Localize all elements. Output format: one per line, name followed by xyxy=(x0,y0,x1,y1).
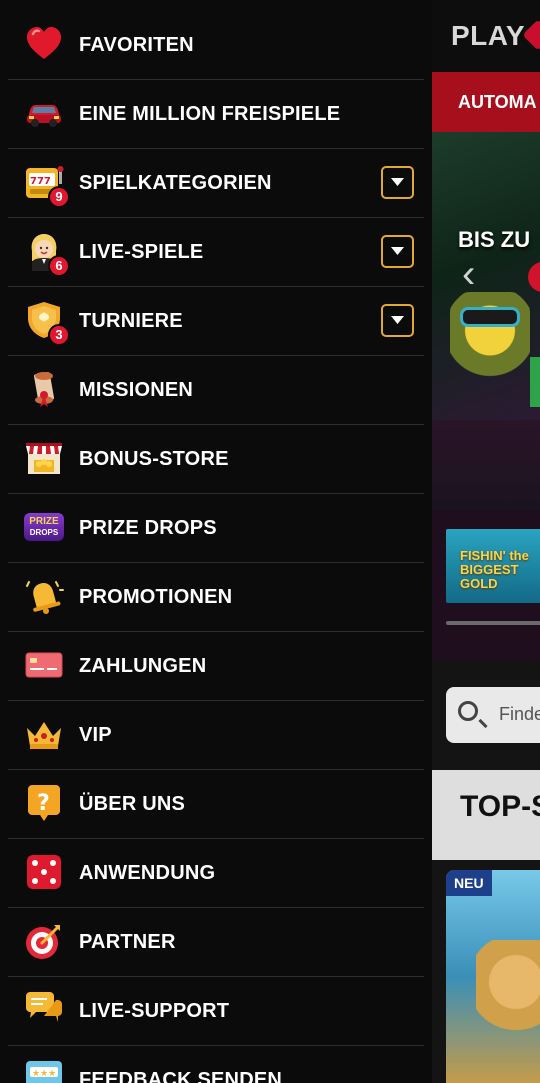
menu-item-live-support[interactable]: LIVE-SUPPORT xyxy=(8,978,424,1046)
menu-item-spielkategorien[interactable]: 777 9 SPIELKATEGORIEN xyxy=(8,150,424,218)
chevron-down-icon xyxy=(391,247,404,255)
menu-item-prize-drops[interactable]: PRIZE DROPS PRIZE DROPS xyxy=(8,495,424,563)
game-card-artwork xyxy=(476,940,540,1080)
menu-item-live-spiele[interactable]: 6 LIVE-SPIELE xyxy=(8,219,424,287)
target-icon xyxy=(24,921,64,961)
menu-item-promotionen[interactable]: PROMOTIONEN xyxy=(8,564,424,632)
menu-item-anwendung[interactable]: ANWENDUNG xyxy=(8,840,424,908)
menu-item-label: EINE MILLION FREISPIELE xyxy=(79,103,341,125)
game-thumbnail[interactable]: FISHIN' the BIGGEST GOLD xyxy=(446,529,540,603)
section-title: TOP-S xyxy=(460,790,540,823)
store-icon xyxy=(24,438,64,478)
menu-item-missionen[interactable]: MISSIONEN xyxy=(8,357,424,425)
menu-item-label: PRIZE DROPS xyxy=(79,517,217,539)
menu-item-bonus-store[interactable]: BONUS-STORE xyxy=(8,426,424,494)
notification-badge: 3 xyxy=(48,324,70,346)
menu-item-label: LIVE-SUPPORT xyxy=(79,1000,230,1022)
bell-icon xyxy=(24,576,64,616)
svg-text:777: 777 xyxy=(30,176,51,187)
menu-item-label: LIVE-SPIELE xyxy=(79,241,204,263)
brand-logo[interactable]: PLAY xyxy=(451,20,525,52)
search-icon xyxy=(458,701,478,721)
menu-item-turniere[interactable]: 3 TURNIERE xyxy=(8,288,424,356)
game-card[interactable]: NEU xyxy=(446,870,540,1083)
banner-headline: BIS ZU xyxy=(458,227,531,252)
svg-text:★★★: ★★★ xyxy=(32,1069,56,1079)
menu-item-million-freispiele[interactable]: EINE MILLION FREISPIELE xyxy=(8,81,424,149)
menu-item-vip[interactable]: VIP xyxy=(8,702,424,770)
expand-button[interactable] xyxy=(381,166,414,199)
menu-item-label: ZAHLUNGEN xyxy=(79,655,207,677)
prize-drops-logo-line1: PRIZE xyxy=(29,516,59,527)
banner-badge xyxy=(528,262,540,292)
notification-badge: 6 xyxy=(48,255,70,277)
prize-drops-icon: PRIZE DROPS xyxy=(24,513,64,541)
notification-badge: 9 xyxy=(48,186,70,208)
search-section: Finde xyxy=(432,660,540,770)
background-app: PLAY AUTOMA BIS ZU ‹ FISHIN' the BIGGEST… xyxy=(432,0,540,1083)
game-thumbnail-title: FISHIN' the BIGGEST GOLD xyxy=(460,548,529,591)
expand-button[interactable] xyxy=(381,304,414,337)
side-menu: FAVORITEN EINE MILLION FREISPIELE 777 9 … xyxy=(0,0,432,1083)
menu-item-label: MISSIONEN xyxy=(79,379,194,401)
game-thumbnails: FISHIN' the BIGGEST GOLD xyxy=(432,510,540,660)
menu-item-label: BONUS-STORE xyxy=(79,448,229,470)
app-header: PLAY xyxy=(432,0,540,72)
credit-card-icon xyxy=(24,645,64,685)
rating-icon: ★★★ xyxy=(24,1059,64,1083)
chevron-left-icon[interactable]: ‹ xyxy=(462,252,475,297)
menu-item-label: VIP xyxy=(79,724,112,746)
menu-item-label: SPIELKATEGORIEN xyxy=(79,172,272,194)
menu-item-label: ÜBER UNS xyxy=(79,793,186,815)
crown-icon xyxy=(24,714,64,754)
menu-item-label: FAVORITEN xyxy=(79,34,194,56)
section-header: TOP-S xyxy=(432,770,540,860)
chat-icon xyxy=(24,990,64,1030)
menu-item-label: TURNIERE xyxy=(79,310,183,332)
menu-item-zahlungen[interactable]: ZAHLUNGEN xyxy=(8,633,424,701)
category-bar-label: AUTOMA xyxy=(458,92,537,112)
chevron-down-icon xyxy=(391,316,404,324)
search-input[interactable]: Finde xyxy=(446,687,540,743)
prize-drops-logo-line2: DROPS xyxy=(29,528,59,537)
heart-icon xyxy=(24,24,64,64)
menu-item-label: PARTNER xyxy=(79,931,176,953)
menu-item-label: PROMOTIONEN xyxy=(79,586,233,608)
banner-cta-button[interactable] xyxy=(530,357,540,407)
category-bar[interactable]: AUTOMA xyxy=(432,72,540,132)
menu-item-feedback-senden[interactable]: ★★★ FEEDBACK SENDEN xyxy=(8,1047,424,1083)
question-icon: ? xyxy=(24,783,64,823)
menu-item-favoriten[interactable]: FAVORITEN xyxy=(8,12,424,80)
menu-item-partner[interactable]: PARTNER xyxy=(8,909,424,977)
expand-button[interactable] xyxy=(381,235,414,268)
banner-strip xyxy=(432,420,540,510)
chevron-down-icon xyxy=(391,178,404,186)
search-placeholder: Finde xyxy=(499,704,540,724)
new-badge: NEU xyxy=(446,870,492,896)
promo-banner[interactable]: BIS ZU ‹ xyxy=(432,132,540,420)
svg-text:?: ? xyxy=(37,791,50,816)
dice-icon xyxy=(24,852,64,892)
scroll-icon xyxy=(24,369,64,409)
menu-item-label: ANWENDUNG xyxy=(79,862,216,884)
menu-item-label: FEEDBACK SENDEN xyxy=(79,1069,283,1083)
banner-goggles xyxy=(460,307,520,327)
menu-item-ueber-uns[interactable]: ? ÜBER UNS xyxy=(8,771,424,839)
carousel-scrollbar[interactable] xyxy=(446,621,540,625)
car-icon xyxy=(24,93,64,133)
